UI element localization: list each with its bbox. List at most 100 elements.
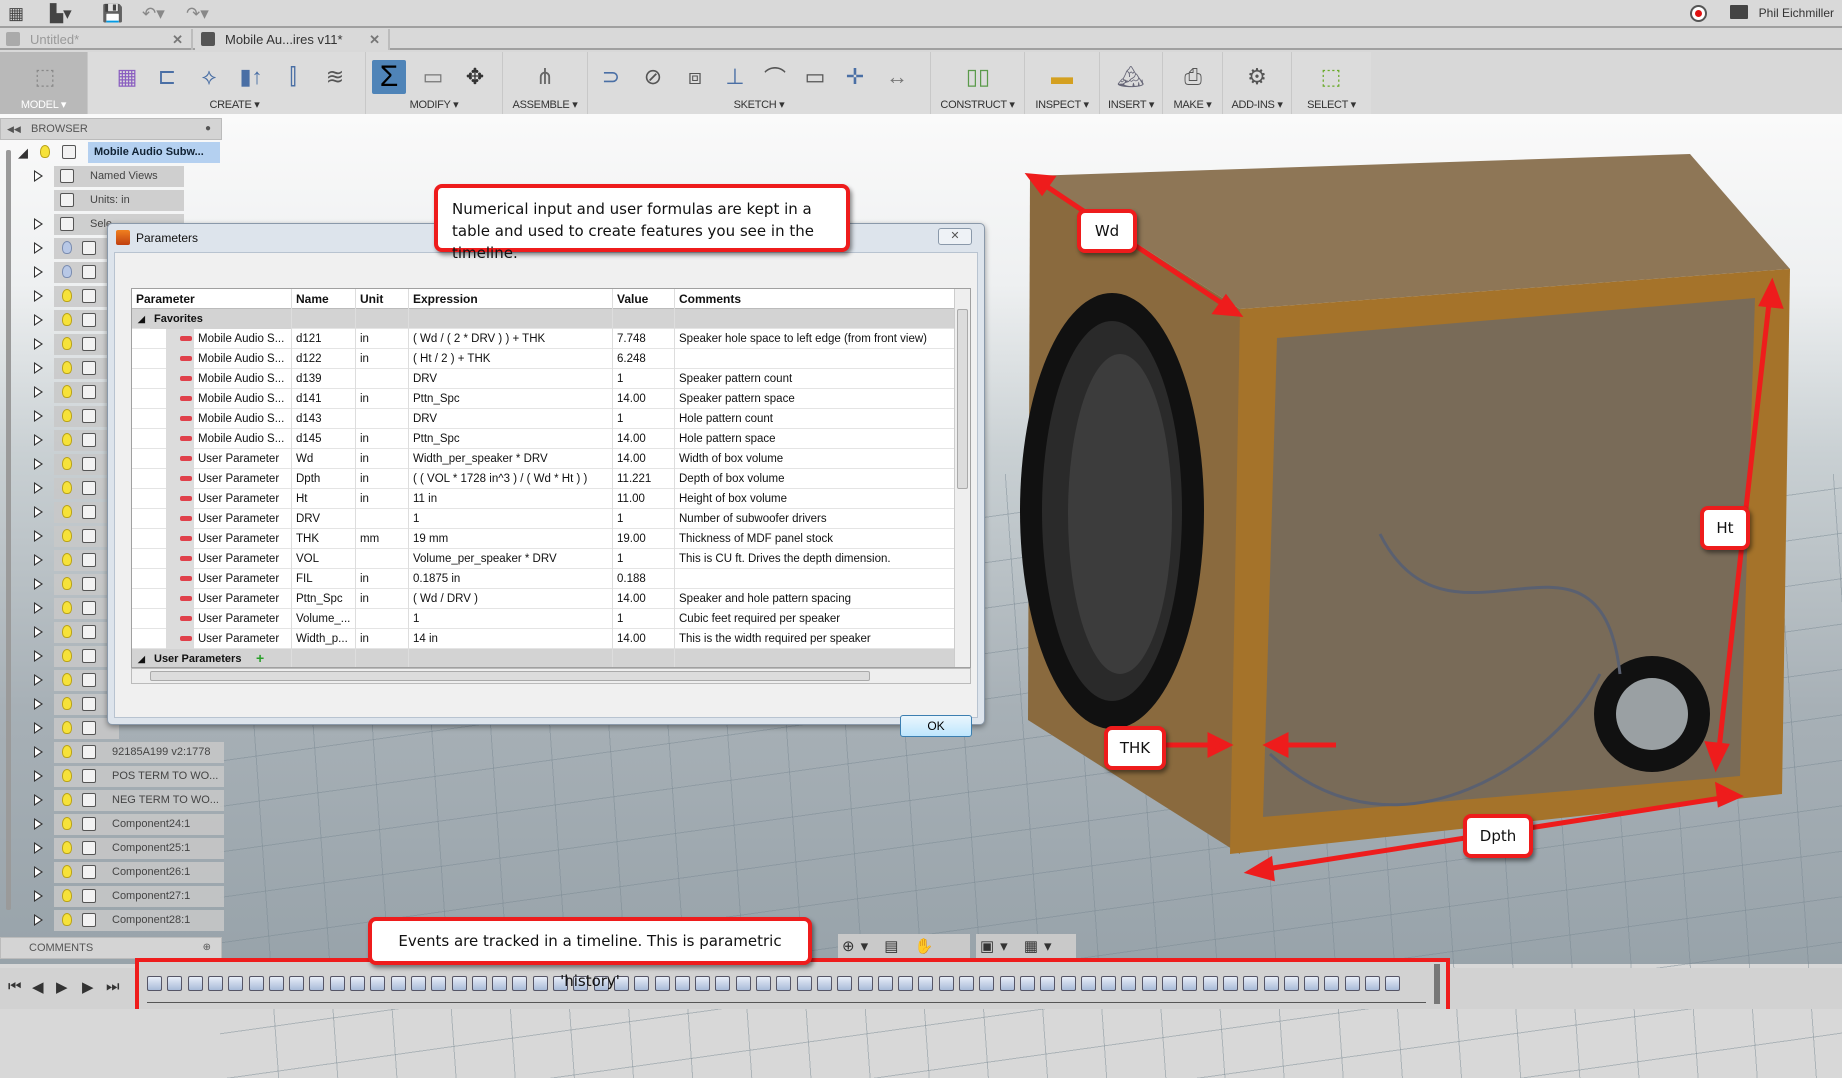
expand-arrow-icon[interactable] [34, 506, 43, 518]
cell-comment[interactable]: Speaker pattern count [675, 369, 955, 389]
favorite-pin-icon[interactable] [180, 476, 192, 481]
ok-button[interactable]: OK [900, 715, 972, 737]
timeline-feature-icon[interactable] [471, 976, 487, 991]
pin-icon[interactable]: ● [205, 119, 211, 139]
timeline-feature-icon[interactable] [1121, 976, 1137, 991]
timeline-feature-icon[interactable] [1101, 976, 1117, 991]
browser-item[interactable]: Component25:1 [0, 838, 225, 860]
cell-comment[interactable]: This is the width required per speaker [675, 629, 955, 649]
timeline-feature-icon[interactable] [431, 976, 447, 991]
timeline-feature-icon[interactable] [1365, 976, 1380, 991]
timeline-feature-icon[interactable] [1060, 976, 1076, 991]
timeline-feature-icon[interactable] [674, 976, 690, 991]
favorite-pin-icon[interactable] [180, 416, 192, 421]
table-row[interactable]: Mobile Audio S... d145 in Pttn_Spc 14.00 Hole… [132, 429, 955, 449]
timeline-feature-icon[interactable] [248, 976, 264, 991]
table-group-row[interactable]: ◢ User Parameters + [132, 649, 955, 667]
apps-grid-icon[interactable]: ▦ [8, 4, 24, 24]
cell-expression[interactable]: 14 in [409, 629, 613, 649]
timeline-feature-icon[interactable] [1040, 976, 1056, 991]
timeline-feature-icon[interactable] [898, 976, 914, 991]
cell-comment[interactable]: Width of box volume [675, 449, 955, 469]
go-to-end-icon[interactable]: ⏭ [106, 978, 120, 995]
collapse-group-icon[interactable]: ◢ [138, 649, 145, 667]
joint-icon[interactable]: ⋔ [528, 60, 562, 94]
expand-arrow-icon[interactable] [34, 866, 43, 878]
expand-arrow-icon[interactable] [34, 242, 43, 254]
cell-expression[interactable]: Pttn_Spc [409, 389, 613, 409]
cell-expression[interactable]: ( ( VOL * 1728 in^3 ) / ( Wd * Ht ) ) [409, 469, 613, 489]
expand-arrow-icon[interactable] [34, 770, 43, 782]
timeline-feature-icon[interactable] [329, 976, 345, 991]
column-header[interactable]: Comments [675, 289, 955, 309]
go-to-start-icon[interactable]: ⏮ [8, 978, 22, 995]
visibility-bulb-icon[interactable] [62, 841, 72, 854]
arc-icon[interactable]: ⌒ [758, 60, 792, 94]
file-menu-icon[interactable]: ▙▾ [50, 4, 72, 24]
visibility-bulb-icon[interactable] [62, 625, 72, 638]
column-header[interactable]: Parameter [132, 289, 292, 309]
step-back-icon[interactable]: ◀ [32, 978, 44, 996]
favorite-pin-icon[interactable] [180, 576, 192, 581]
expand-arrow-icon[interactable] [34, 218, 43, 230]
visibility-bulb-icon[interactable] [62, 241, 72, 254]
visibility-bulb-icon[interactable] [62, 289, 72, 302]
offset-icon[interactable]: ⊥ [718, 60, 752, 94]
favorite-pin-icon[interactable] [180, 556, 192, 561]
cell-expression[interactable]: DRV [409, 409, 613, 429]
construct-menu[interactable]: CONSTRUCT ▾ [931, 98, 1024, 111]
sketch-menu[interactable]: SKETCH ▾ [588, 98, 930, 111]
cell-expression[interactable]: 0.1875 in [409, 569, 613, 589]
move-icon[interactable]: ✥ [458, 60, 492, 94]
expand-arrow-icon[interactable] [34, 266, 43, 278]
browser-item[interactable]: Units: in [0, 190, 225, 212]
measure-icon[interactable]: ▬ [1045, 60, 1079, 94]
expand-arrow-icon[interactable] [34, 314, 43, 326]
expand-arrow-icon[interactable] [34, 890, 43, 902]
table-row[interactable]: User Parameter Volume_... 1 1 Cubic feet req… [132, 609, 955, 629]
expand-arrow-icon[interactable] [34, 794, 43, 806]
favorite-pin-icon[interactable] [180, 516, 192, 521]
expand-arrow-icon[interactable] [34, 626, 43, 638]
create-menu[interactable]: CREATE ▾ [104, 98, 365, 111]
browser-item[interactable]: 92185A199 v2:1778 [0, 742, 225, 764]
timeline-feature-icon[interactable] [1222, 976, 1238, 991]
visibility-bulb-icon[interactable] [62, 337, 72, 350]
visibility-bulb-icon[interactable] [62, 529, 72, 542]
visibility-bulb-icon[interactable] [62, 817, 72, 830]
add-comment-icon[interactable]: ⊕ [203, 938, 211, 958]
comments-panel-header[interactable]: COMMENTS ⊕ [0, 937, 222, 959]
timeline-feature-icon[interactable] [492, 976, 508, 991]
cell-comment[interactable]: Depth of box volume [675, 469, 955, 489]
play-icon[interactable]: ▶ [56, 978, 68, 996]
visibility-bulb-icon[interactable] [62, 577, 72, 590]
table-horizontal-scrollbar[interactable] [131, 668, 971, 684]
expand-arrow-icon[interactable] [34, 818, 43, 830]
record-icon[interactable] [1690, 5, 1707, 22]
circular-pattern-icon[interactable]: ⟡ [192, 60, 226, 94]
table-row[interactable]: Mobile Audio S... d122 in( Ht / 2 ) + THK 6… [132, 349, 955, 369]
browser-item[interactable]: Component28:1 [0, 910, 225, 932]
timeline-feature-icon[interactable] [877, 976, 893, 991]
select-icon[interactable]: ⬚ [1314, 60, 1348, 94]
expand-arrow-icon[interactable] [34, 434, 43, 446]
expand-arrow-icon[interactable] [34, 842, 43, 854]
timeline-feature-icon[interactable] [1162, 976, 1177, 991]
cell-expression[interactable]: Volume_per_speaker * DRV [409, 549, 613, 569]
redo-icon[interactable]: ↷▾ [186, 4, 209, 24]
expand-arrow-icon[interactable] [34, 674, 43, 686]
timeline-feature-icon[interactable] [167, 976, 183, 991]
expand-arrow-icon[interactable] [34, 578, 43, 590]
timeline-feature-icon[interactable] [695, 976, 711, 991]
cell-comment[interactable] [675, 569, 955, 589]
table-vertical-scrollbar[interactable] [954, 289, 970, 667]
timeline-feature-icon[interactable] [999, 976, 1015, 991]
table-row[interactable]: User Parameter FIL in 0.1875 in 0.188 [132, 569, 955, 589]
timeline-feature-icon[interactable] [1141, 976, 1157, 991]
tab-mobile-audio[interactable]: Mobile Au...ires v11* ✕ [195, 29, 390, 50]
add-parameter-icon[interactable]: + [256, 649, 264, 667]
visibility-bulb-icon[interactable] [62, 313, 72, 326]
browser-item[interactable]: Component26:1 [0, 862, 225, 884]
visibility-bulb-icon[interactable] [62, 745, 72, 758]
user-name[interactable]: Phil Eichmiller [1759, 6, 1834, 20]
